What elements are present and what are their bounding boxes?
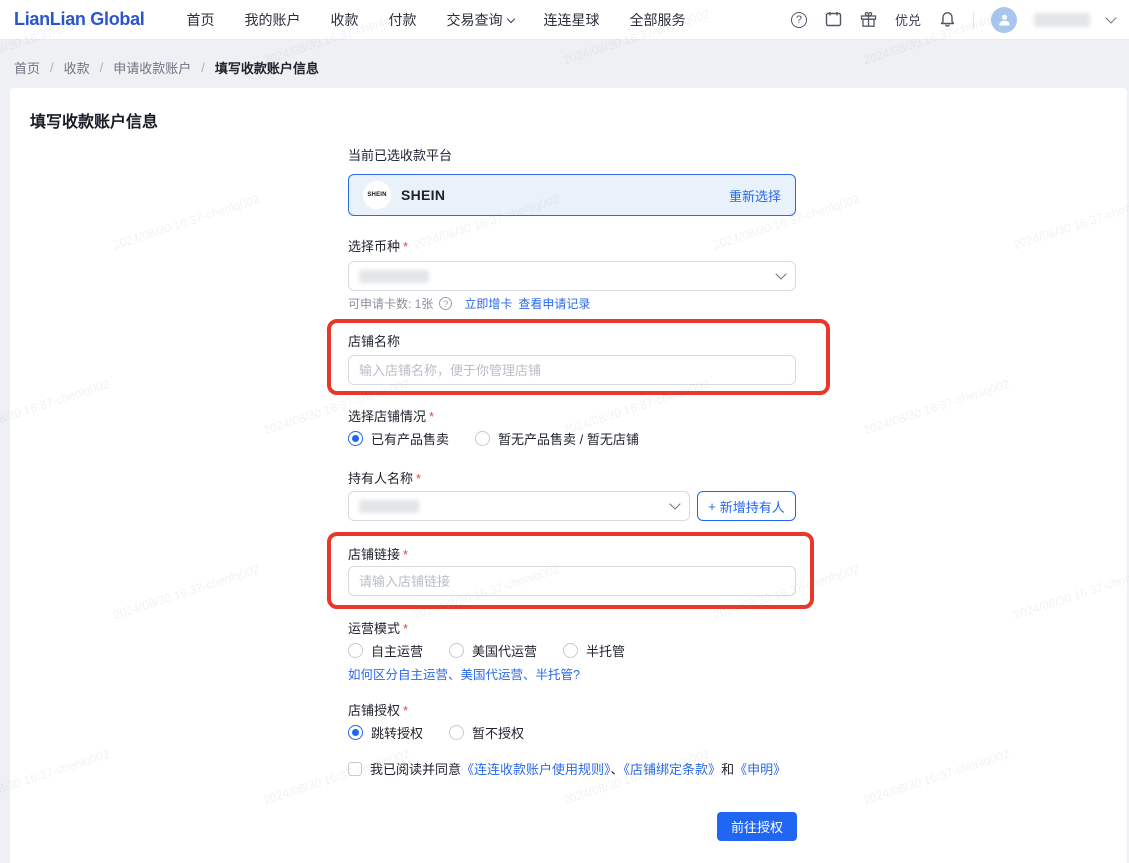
chevron-down-icon (669, 498, 681, 510)
youdui-link[interactable]: 优兑 (895, 10, 921, 29)
add-card-link[interactable]: 立即增卡 (464, 295, 512, 312)
nav-item-home[interactable]: 首页 (187, 10, 215, 30)
breadcrumb-current: 填写收款账户信息 (214, 61, 319, 76)
breadcrumb-separator: / (99, 60, 104, 75)
plus-icon: + (708, 498, 716, 514)
breadcrumb-separator: / (50, 60, 54, 75)
radio-has-products[interactable]: 已有产品售卖 (348, 429, 449, 448)
card-icon[interactable] (825, 11, 843, 29)
help-icon[interactable]: ? (790, 11, 808, 29)
chevron-down-icon[interactable] (1105, 11, 1117, 24)
breadcrumb-collection[interactable]: 收款 (64, 58, 90, 77)
go-authorize-button[interactable]: 前往授权 (717, 812, 797, 841)
radio-us-agent-operated[interactable]: 美国代运营 (449, 641, 537, 660)
required-mark: * (403, 547, 409, 562)
reselect-platform-link[interactable]: 重新选择 (729, 186, 781, 205)
radio-not-authorize[interactable]: 暂不授权 (449, 723, 524, 742)
shop-name-label: 店铺名称 (348, 334, 401, 349)
avatar[interactable] (991, 6, 1017, 33)
radio-icon (475, 431, 491, 446)
required-mark: * (416, 471, 422, 486)
shop-name-input[interactable] (359, 362, 785, 378)
add-holder-button[interactable]: + 新增持有人 (697, 491, 796, 521)
nav-item-transactions-label: 交易查询 (446, 11, 503, 28)
operation-mode-label: 运营模式 * (348, 621, 409, 636)
shop-link-field-wrap (348, 566, 796, 596)
radio-icon (563, 643, 579, 658)
currency-select[interactable] (348, 261, 796, 291)
shop-status-options: 已有产品售卖 暂无产品售卖 / 暂无店铺 (348, 429, 639, 448)
nav-item-transactions[interactable]: 交易查询 (446, 10, 515, 30)
radio-icon (348, 431, 363, 446)
radio-icon (348, 725, 363, 740)
currency-label: 选择币种 * (348, 239, 409, 254)
nav-item-planet[interactable]: 连连星球 (544, 10, 600, 30)
chevron-down-icon (506, 14, 515, 23)
card-quota-text: 可申请卡数: 1张 (348, 297, 434, 311)
logo[interactable]: LianLian Global (14, 9, 145, 30)
radio-icon (348, 643, 363, 658)
radio-semi-managed[interactable]: 半托管 (563, 641, 625, 660)
user-name-redacted (1034, 12, 1090, 27)
radio-self-operated[interactable]: 自主运营 (348, 641, 423, 660)
page-title: 填写收款账户信息 (30, 114, 159, 131)
nav-item-all-services[interactable]: 全部服务 (630, 10, 686, 30)
nav-menu: 首页 我的账户 收款 付款 交易查询 连连星球 全部服务 (187, 10, 686, 30)
radio-icon (449, 725, 465, 740)
divider (973, 11, 974, 28)
operation-mode-options: 自主运营 美国代运营 半托管 (348, 641, 625, 660)
binding-terms-link[interactable]: 《店铺绑定条款》 (624, 762, 722, 777)
required-mark: * (429, 409, 435, 424)
nav-item-my-account[interactable]: 我的账户 (245, 10, 301, 30)
selected-platform-box: SHEIN SHEIN 重新选择 (348, 174, 796, 216)
holder-select[interactable] (348, 491, 690, 521)
chevron-down-icon (775, 268, 787, 280)
breadcrumb-separator: / (201, 60, 205, 75)
required-mark: * (403, 621, 409, 636)
agreement-checkbox[interactable] (348, 761, 362, 776)
bell-icon[interactable] (938, 11, 956, 29)
view-application-records-link[interactable]: 查看申请记录 (518, 295, 590, 312)
holder-label: 持有人名称 * (348, 471, 422, 486)
agreement-text: 我已阅读并同意《连连收款账户使用规则》、《店铺绑定条款》和《申明》 (370, 762, 787, 777)
nav-item-collection[interactable]: 收款 (331, 10, 359, 30)
nav-item-payment[interactable]: 付款 (389, 10, 417, 30)
question-circle-icon[interactable]: ? (439, 297, 453, 310)
breadcrumb-apply-account[interactable]: 申请收款账户 (113, 58, 191, 77)
holder-value-redacted (359, 499, 419, 513)
authorization-label: 店铺授权 * (348, 703, 409, 718)
required-mark: * (403, 239, 409, 254)
shein-logo: SHEIN (363, 181, 391, 209)
platform-name: SHEIN (401, 187, 446, 203)
gift-icon[interactable] (860, 11, 878, 29)
shop-link-label: 店铺链接 * (348, 547, 409, 562)
shop-link-input[interactable] (359, 573, 785, 589)
shop-name-field-wrap (348, 355, 796, 385)
usage-rules-link[interactable]: 《连连收款账户使用规则》 (461, 762, 611, 777)
breadcrumb: 首页 / 收款 / 申请收款账户 / 填写收款账户信息 (14, 58, 319, 77)
radio-icon (449, 643, 465, 658)
radio-redirect-authorize[interactable]: 跳转授权 (348, 723, 423, 742)
statement-link[interactable]: 《申明》 (734, 762, 786, 777)
operation-mode-help-link[interactable]: 如何区分自主运营、美国代运营、半托管? (348, 664, 580, 683)
currency-value-redacted (359, 269, 429, 283)
platform-label: 当前已选收款平台 (348, 148, 453, 163)
authorization-options: 跳转授权 暂不授权 (348, 723, 524, 742)
shop-status-label: 选择店铺情况 * (348, 409, 435, 424)
nav-right-tools: ? 优兑 (790, 6, 1117, 33)
required-mark: * (403, 703, 409, 718)
agreement-row: 我已阅读并同意《连连收款账户使用规则》、《店铺绑定条款》和《申明》 (348, 759, 786, 778)
card-quota-hint: 可申请卡数: 1张 ? 立即增卡 查看申请记录 (348, 295, 590, 312)
top-navigation: LianLian Global 首页 我的账户 收款 付款 交易查询 连连星球 … (0, 0, 1129, 40)
breadcrumb-home[interactable]: 首页 (14, 58, 40, 77)
radio-no-products[interactable]: 暂无产品售卖 / 暂无店铺 (475, 429, 639, 448)
main-card: 填写收款账户信息 当前已选收款平台 SHEIN SHEIN 重新选择 选择币种 *… (10, 88, 1127, 863)
